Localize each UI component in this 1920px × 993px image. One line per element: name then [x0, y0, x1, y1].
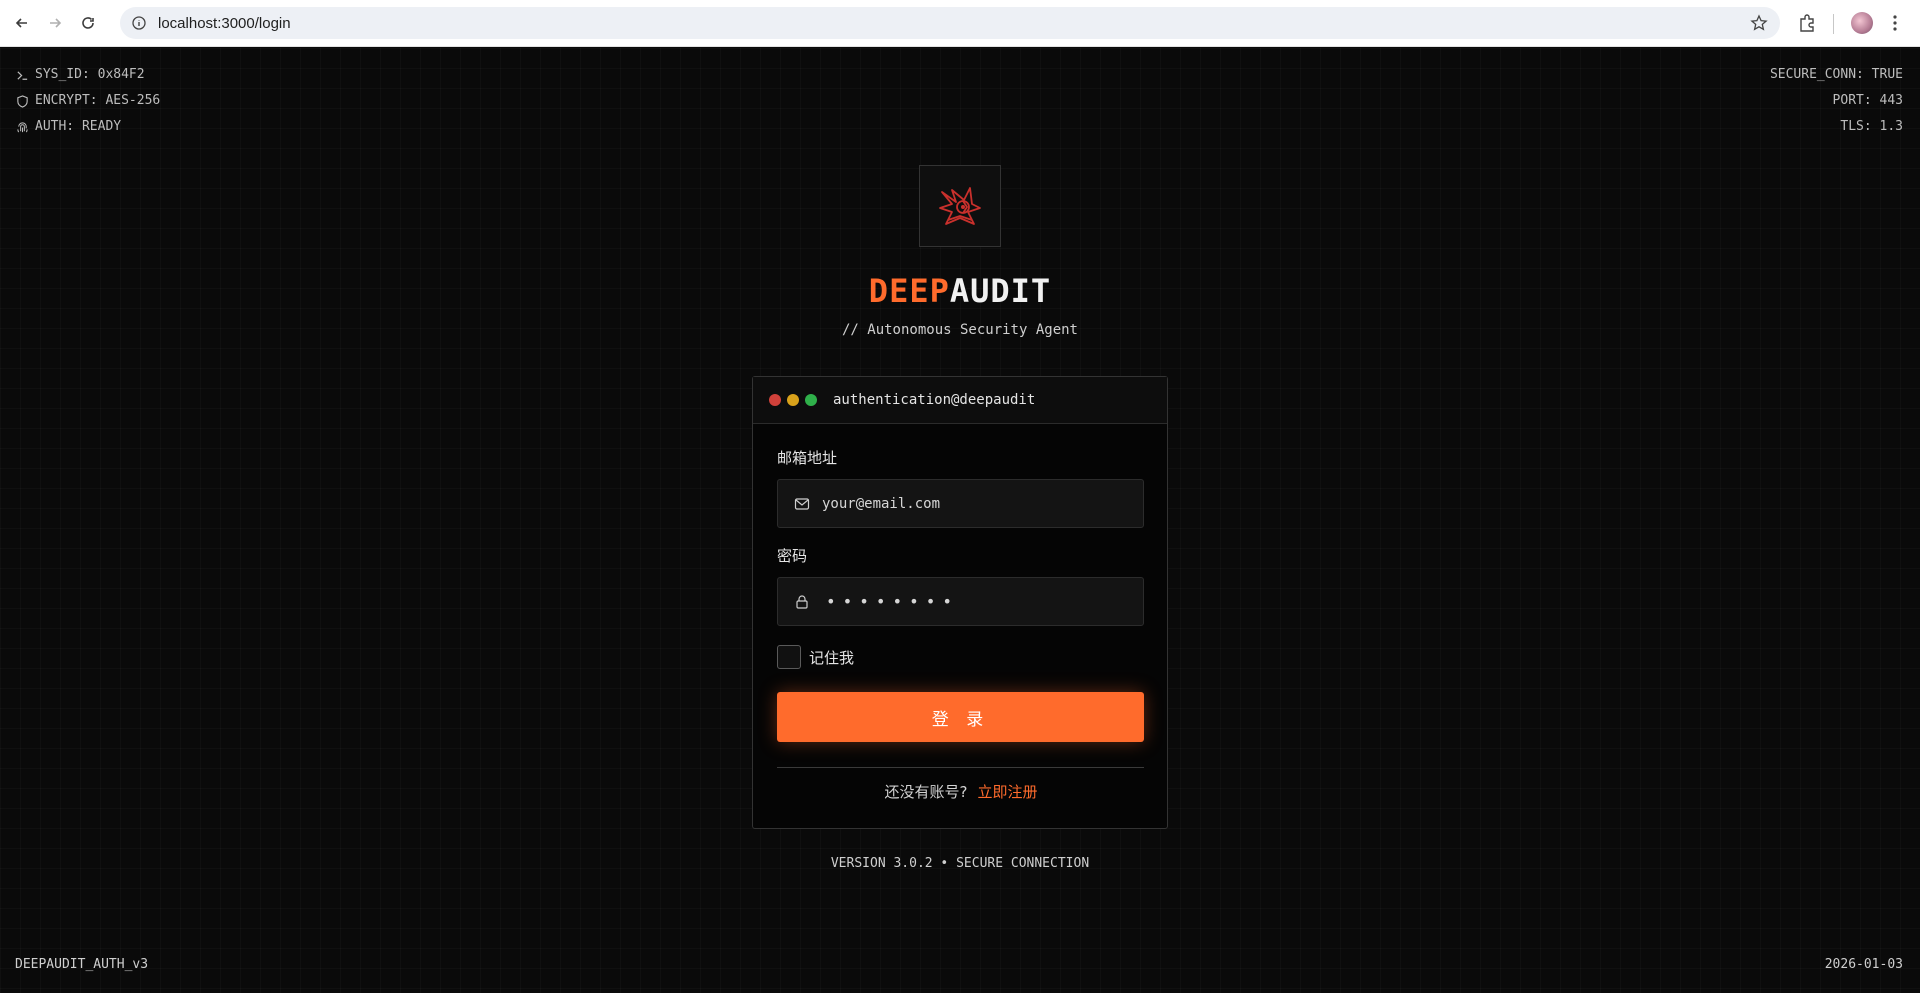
login-page: SYS_ID: 0x84F2 ENCRYPT: AES-256 AUTH: RE…	[0, 48, 1920, 993]
login-card: authentication@deepaudit 邮箱地址 your@email…	[752, 376, 1168, 829]
arrow-left-icon	[15, 18, 27, 28]
window-minimize-dot	[787, 394, 799, 406]
system-status-left: SYS_ID: 0x84F2 ENCRYPT: AES-256 AUTH: RE…	[16, 62, 160, 140]
encrypt-text: ENCRYPT: AES-256	[35, 93, 161, 108]
window-maximize-dot	[805, 394, 817, 406]
toolbar-divider	[1833, 14, 1834, 34]
extensions-icon[interactable]	[1797, 13, 1817, 33]
profile-avatar[interactable]	[1851, 12, 1873, 34]
site-info-icon[interactable]	[132, 16, 146, 30]
password-field[interactable]: ••••••••	[777, 577, 1144, 626]
more-menu-icon[interactable]	[1892, 14, 1898, 32]
app-logo	[919, 165, 1001, 247]
no-account-text: 还没有账号?	[884, 783, 968, 801]
auth-row: AUTH: READY	[16, 114, 160, 140]
mail-icon	[794, 497, 810, 510]
footer-app-id: DEEPAUDIT_AUTH_v3	[15, 957, 149, 972]
url-text: localhost:3000/login	[158, 14, 291, 32]
version-footer: VERSION 3.0.2 • SECURE CONNECTION	[830, 856, 1090, 871]
sys-id-text: SYS_ID: 0x84F2	[35, 67, 145, 82]
password-mask: ••••••••	[826, 592, 960, 611]
bookmark-star-icon[interactable]	[1750, 14, 1768, 32]
shield-icon	[17, 94, 28, 108]
reload-icon	[82, 17, 94, 29]
brand-tagline: // Autonomous Security Agent	[841, 322, 1078, 338]
arrow-right-icon	[50, 18, 62, 28]
footer-date: 2026-01-03	[1824, 957, 1903, 972]
card-divider	[777, 767, 1144, 768]
password-label: 密码	[777, 547, 808, 565]
remember-checkbox[interactable]	[777, 645, 801, 669]
fingerprint-icon	[17, 121, 28, 132]
encrypt-row: ENCRYPT: AES-256	[16, 88, 160, 114]
login-button[interactable]: 登 录	[777, 692, 1144, 742]
terminal-icon	[17, 70, 28, 80]
brand-audit: AUDIT	[949, 272, 1052, 310]
deepaudit-logo-icon	[939, 187, 981, 225]
email-field[interactable]: your@email.com	[777, 479, 1144, 528]
system-status-right: SECURE_CONN: TRUE PORT: 443 TLS: 1.3	[1770, 62, 1903, 140]
back-button[interactable]	[11, 12, 33, 34]
window-close-dot	[769, 394, 781, 406]
register-row: 还没有账号? 立即注册	[753, 781, 1169, 802]
email-label: 邮箱地址	[777, 449, 838, 467]
remember-me[interactable]: 记住我	[777, 645, 854, 669]
lock-icon	[796, 594, 808, 609]
tls-text: TLS: 1.3	[1840, 119, 1903, 134]
forward-button[interactable]	[44, 12, 66, 34]
address-bar[interactable]: localhost:3000/login	[120, 7, 1780, 39]
register-link[interactable]: 立即注册	[977, 783, 1037, 801]
port-text: PORT: 443	[1832, 93, 1903, 108]
browser-toolbar: localhost:3000/login	[0, 0, 1920, 47]
auth-text: AUTH: READY	[35, 119, 122, 134]
card-title: authentication@deepaudit	[833, 392, 1036, 408]
card-header: authentication@deepaudit	[753, 377, 1167, 424]
secure-conn-text: SECURE_CONN: TRUE	[1769, 67, 1903, 82]
sys-id-row: SYS_ID: 0x84F2	[16, 62, 160, 88]
login-button-label: 登 录	[931, 709, 990, 730]
email-value: your@email.com	[822, 495, 941, 512]
brand-deep: DEEP	[868, 272, 950, 310]
brand-title: DEEPAUDIT	[0, 272, 1920, 310]
remember-label: 记住我	[809, 648, 855, 667]
reload-button[interactable]	[77, 12, 99, 34]
